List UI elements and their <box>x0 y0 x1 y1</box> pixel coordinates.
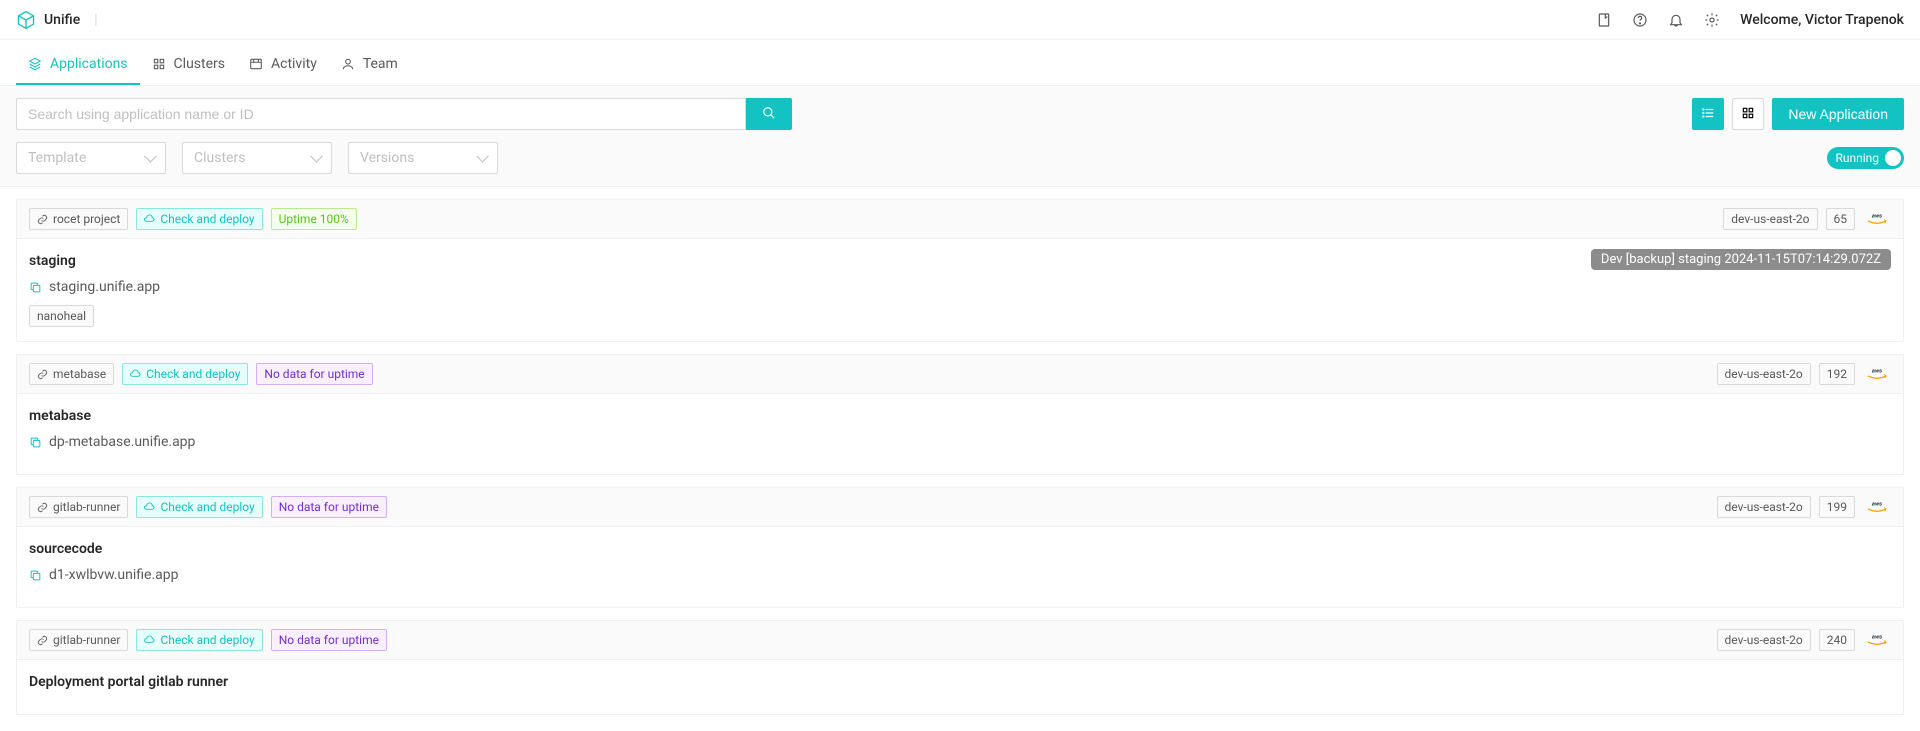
application-list: rocet project Check and deploy Uptime 10… <box>0 199 1920 731</box>
list-view-button[interactable] <box>1692 98 1724 130</box>
check-deploy-tag[interactable]: Check and deploy <box>122 363 248 385</box>
project-name: gitlab-runner <box>53 634 120 646</box>
check-deploy-tag[interactable]: Check and deploy <box>136 629 262 651</box>
gear-icon[interactable] <box>1704 12 1720 28</box>
toggle-knob <box>1885 150 1901 166</box>
aws-icon: aws <box>1863 496 1891 518</box>
copy-icon[interactable] <box>29 436 42 449</box>
backup-badge: Dev [backup] staging 2024-11-15T07:14:29… <box>1591 249 1891 270</box>
list-icon <box>1701 106 1715 123</box>
svg-text:aws: aws <box>1872 635 1882 641</box>
copy-icon[interactable] <box>29 569 42 582</box>
project-name: rocet project <box>53 213 120 225</box>
aws-icon: aws <box>1863 208 1891 230</box>
count-tag[interactable]: 199 <box>1819 496 1855 518</box>
app-url[interactable]: d1-xwlbvw.unifie.app <box>49 567 179 583</box>
tab-team[interactable]: Team <box>329 44 410 85</box>
application-card[interactable]: gitlab-runner Check and deploy No data f… <box>16 487 1904 608</box>
link-icon <box>37 635 48 646</box>
template-select[interactable]: Template <box>16 142 166 174</box>
welcome-text[interactable]: Welcome, Victor Trapenok <box>1740 12 1904 28</box>
count-tag[interactable]: 192 <box>1819 363 1855 385</box>
brand-name: Unifie <box>44 12 80 28</box>
bell-icon[interactable] <box>1668 12 1684 28</box>
activity-icon <box>249 57 263 71</box>
cloud-icon <box>144 214 155 225</box>
grid-icon <box>1741 106 1755 123</box>
count-tag[interactable]: 65 <box>1826 208 1856 230</box>
project-tag[interactable]: gitlab-runner <box>29 496 128 518</box>
team-icon <box>341 57 355 71</box>
aws-icon: aws <box>1863 629 1891 651</box>
brand-divider: | <box>94 12 97 28</box>
app-sub-tag[interactable]: nanoheal <box>29 305 94 327</box>
uptime-tag[interactable]: No data for uptime <box>271 496 387 518</box>
cloud-icon <box>144 635 155 646</box>
tab-label: Clusters <box>174 56 225 72</box>
region-tag[interactable]: dev-us-east-2o <box>1723 208 1817 230</box>
project-tag[interactable]: gitlab-runner <box>29 629 128 651</box>
tab-applications[interactable]: Applications <box>16 44 140 85</box>
tab-label: Activity <box>271 56 317 72</box>
tab-label: Team <box>363 56 398 72</box>
uptime-tag[interactable]: No data for uptime <box>271 629 387 651</box>
project-name: gitlab-runner <box>53 501 120 513</box>
help-icon[interactable] <box>1632 12 1648 28</box>
versions-select[interactable]: Versions <box>348 142 498 174</box>
uptime-label: Uptime 100% <box>279 213 349 225</box>
check-deploy-label: Check and deploy <box>160 213 254 225</box>
app-url[interactable]: staging.unifie.app <box>49 279 160 295</box>
count-tag[interactable]: 240 <box>1819 629 1855 651</box>
link-icon <box>37 214 48 225</box>
tab-label: Applications <box>50 56 128 72</box>
application-card[interactable]: rocet project Check and deploy Uptime 10… <box>16 199 1904 342</box>
application-card[interactable]: gitlab-runner Check and deploy No data f… <box>16 620 1904 715</box>
uptime-label: No data for uptime <box>264 368 364 380</box>
search-button[interactable] <box>746 98 792 130</box>
project-tag[interactable]: metabase <box>29 363 114 385</box>
app-title: sourcecode <box>29 541 1891 557</box>
check-deploy-label: Check and deploy <box>160 501 254 513</box>
check-deploy-label: Check and deploy <box>160 634 254 646</box>
svg-text:aws: aws <box>1872 369 1882 375</box>
check-deploy-tag[interactable]: Check and deploy <box>136 496 262 518</box>
region-tag[interactable]: dev-us-east-2o <box>1717 363 1811 385</box>
brand-logo-icon <box>16 10 36 30</box>
changelog-icon[interactable] <box>1596 12 1612 28</box>
svg-text:aws: aws <box>1872 502 1882 508</box>
clusters-icon <box>152 57 166 71</box>
app-title: metabase <box>29 408 1891 424</box>
link-icon <box>37 502 48 513</box>
search-icon <box>762 106 776 123</box>
uptime-label: No data for uptime <box>279 634 379 646</box>
uptime-tag[interactable]: Uptime 100% <box>271 208 357 230</box>
link-icon <box>37 369 48 380</box>
app-title: Deployment portal gitlab runner <box>29 674 1891 690</box>
uptime-label: No data for uptime <box>279 501 379 513</box>
uptime-tag[interactable]: No data for uptime <box>256 363 372 385</box>
applications-icon <box>28 57 42 71</box>
check-deploy-label: Check and deploy <box>146 368 240 380</box>
app-url[interactable]: dp-metabase.unifie.app <box>49 434 195 450</box>
region-tag[interactable]: dev-us-east-2o <box>1717 629 1811 651</box>
running-toggle-label: Running <box>1835 151 1879 165</box>
tab-clusters[interactable]: Clusters <box>140 44 237 85</box>
search-input[interactable] <box>16 98 746 130</box>
copy-icon[interactable] <box>29 281 42 294</box>
check-deploy-tag[interactable]: Check and deploy <box>136 208 262 230</box>
clusters-select[interactable]: Clusters <box>182 142 332 174</box>
region-tag[interactable]: dev-us-east-2o <box>1717 496 1811 518</box>
running-toggle[interactable]: Running <box>1827 147 1904 169</box>
project-name: metabase <box>53 368 106 380</box>
cloud-icon <box>144 502 155 513</box>
svg-text:aws: aws <box>1872 214 1882 220</box>
grid-view-button[interactable] <box>1732 98 1764 130</box>
new-application-button[interactable]: New Application <box>1772 98 1904 130</box>
aws-icon: aws <box>1863 363 1891 385</box>
project-tag[interactable]: rocet project <box>29 208 128 230</box>
application-card[interactable]: metabase Check and deploy No data for up… <box>16 354 1904 475</box>
tab-activity[interactable]: Activity <box>237 44 329 85</box>
cloud-icon <box>130 369 141 380</box>
